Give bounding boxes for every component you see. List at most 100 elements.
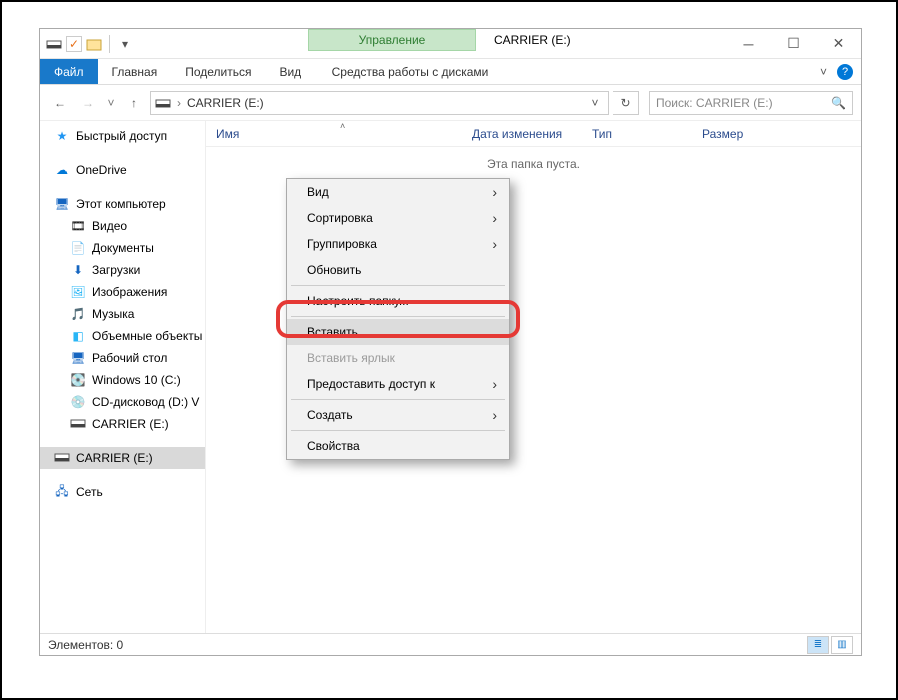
sidebar-downloads[interactable]: ⬇Загрузки: [40, 259, 205, 281]
address-row: ← → ˅ ↑ › CARRIER (E:) ˅ ↻ Поиск: CARRIE…: [40, 85, 861, 121]
label: CD-дисковод (D:) V: [92, 395, 199, 409]
search-placeholder: Поиск: CARRIER (E:): [656, 96, 773, 110]
up-button[interactable]: ↑: [122, 91, 146, 115]
pictures-icon: 🖼: [70, 284, 86, 300]
contextual-tab-manage[interactable]: Управление: [308, 29, 476, 51]
pc-icon: 🖥: [54, 196, 70, 212]
sidebar-c-drive[interactable]: 💽Windows 10 (C:): [40, 369, 205, 391]
sidebar-network[interactable]: 🖧 Сеть: [40, 481, 205, 503]
ctx-give-access[interactable]: Предоставить доступ к: [287, 371, 509, 397]
sidebar-quick-access[interactable]: ★Быстрый доступ: [40, 125, 205, 147]
label: Видео: [92, 219, 127, 233]
qat-dropdown-icon[interactable]: ▾: [117, 36, 133, 52]
drive-icon: [54, 450, 70, 466]
label: Музыка: [92, 307, 134, 321]
view-switcher: ≣ ▥: [807, 636, 853, 654]
label: Рабочий стол: [92, 351, 167, 365]
ctx-paste-shortcut: Вставить ярлык: [287, 345, 509, 371]
thumbnails-view-button[interactable]: ▥: [831, 636, 853, 654]
ctx-group[interactable]: Группировка: [287, 231, 509, 257]
quick-access-toolbar: ✓ ▾: [40, 29, 139, 58]
ctx-sort[interactable]: Сортировка: [287, 205, 509, 231]
ctx-view[interactable]: Вид: [287, 179, 509, 205]
recent-dropdown[interactable]: ˅: [104, 91, 118, 115]
address-bar[interactable]: › CARRIER (E:) ˅: [150, 91, 609, 115]
label: Предоставить доступ к: [307, 377, 435, 391]
ctx-properties[interactable]: Свойства: [287, 433, 509, 459]
drive-icon: 💽: [70, 372, 86, 388]
help-icon[interactable]: ?: [837, 64, 853, 80]
label: Создать: [307, 408, 353, 422]
forward-button[interactable]: →: [76, 91, 100, 115]
details-view-button[interactable]: ≣: [807, 636, 829, 654]
item-count: Элементов: 0: [48, 638, 123, 652]
cloud-icon: ☁: [54, 162, 70, 178]
separator: [291, 430, 505, 431]
label: Сеть: [76, 485, 103, 499]
tab-share[interactable]: Поделиться: [171, 59, 265, 84]
video-icon: 🎞: [70, 218, 86, 234]
sidebar-music[interactable]: 🎵Музыка: [40, 303, 205, 325]
sidebar-e-drive-root[interactable]: CARRIER (E:): [40, 447, 205, 469]
col-size[interactable]: Размер: [692, 127, 772, 141]
drive-icon: [155, 95, 171, 111]
sidebar-this-pc[interactable]: 🖥 Этот компьютер: [40, 193, 205, 215]
checkbox-icon[interactable]: ✓: [66, 36, 82, 52]
context-menu: Вид Сортировка Группировка Обновить Наст…: [286, 178, 510, 460]
separator: [291, 399, 505, 400]
network-icon: 🖧: [54, 484, 70, 500]
empty-folder-message: Эта папка пуста.: [206, 157, 861, 171]
titlebar: ✓ ▾ Управление CARRIER (E:) ─ ☐ ✕: [40, 29, 861, 59]
label: Группировка: [307, 237, 377, 251]
separator: [291, 285, 505, 286]
refresh-button[interactable]: ↻: [613, 91, 639, 115]
sidebar-pictures[interactable]: 🖼Изображения: [40, 281, 205, 303]
tab-file[interactable]: Файл: [40, 59, 98, 84]
window-title: CARRIER (E:): [494, 33, 571, 47]
search-icon: 🔍: [831, 96, 846, 110]
label: CARRIER (E:): [76, 451, 153, 465]
col-type[interactable]: Тип: [582, 127, 692, 141]
breadcrumb-sep[interactable]: ›: [177, 96, 181, 110]
label: CARRIER (E:): [92, 417, 169, 431]
breadcrumb[interactable]: CARRIER (E:): [187, 96, 264, 110]
sidebar-videos[interactable]: 🎞 Видео: [40, 215, 205, 237]
ribbon-collapse-icon[interactable]: ˅: [820, 65, 827, 79]
sidebar-d-drive[interactable]: 💿CD-дисковод (D:) V: [40, 391, 205, 413]
label: Свойства: [307, 439, 360, 453]
separator: [109, 35, 110, 53]
label: Вставить: [307, 325, 358, 339]
close-button[interactable]: ✕: [816, 29, 861, 58]
back-button[interactable]: ←: [48, 91, 72, 115]
ctx-paste[interactable]: Вставить: [287, 319, 509, 345]
tab-home[interactable]: Главная: [98, 59, 172, 84]
sidebar-3d-objects[interactable]: ◧Объемные объекты: [40, 325, 205, 347]
ribbon-tabs: Файл Главная Поделиться Вид Средства раб…: [40, 59, 861, 85]
navigation-pane[interactable]: ★Быстрый доступ ☁OneDrive 🖥 Этот компьюте…: [40, 121, 206, 633]
sort-indicator-icon: ˄: [330, 121, 355, 131]
sidebar-e-drive[interactable]: CARRIER (E:): [40, 413, 205, 435]
drive-icon: [46, 36, 62, 52]
address-dropdown-icon[interactable]: ˅: [586, 96, 604, 110]
label: Сортировка: [307, 211, 373, 225]
document-icon: 📄: [70, 240, 86, 256]
maximize-button[interactable]: ☐: [771, 29, 816, 58]
search-input[interactable]: Поиск: CARRIER (E:) 🔍: [649, 91, 853, 115]
sidebar-desktop[interactable]: 🖥Рабочий стол: [40, 347, 205, 369]
separator: [291, 316, 505, 317]
label: Объемные объекты: [92, 329, 202, 343]
tab-disk-tools[interactable]: Средства работы с дисками: [308, 59, 512, 85]
label: Вставить ярлык: [307, 351, 395, 365]
minimize-button[interactable]: ─: [726, 29, 771, 58]
ctx-refresh[interactable]: Обновить: [287, 257, 509, 283]
label: Этот компьютер: [76, 197, 166, 211]
label: Обновить: [307, 263, 361, 277]
label: Загрузки: [92, 263, 140, 277]
ctx-new[interactable]: Создать: [287, 402, 509, 428]
label: Быстрый доступ: [76, 129, 167, 143]
sidebar-documents[interactable]: 📄Документы: [40, 237, 205, 259]
folder-icon[interactable]: [86, 36, 102, 52]
sidebar-onedrive[interactable]: ☁OneDrive: [40, 159, 205, 181]
col-date[interactable]: Дата изменения: [462, 127, 582, 141]
ctx-customize-folder[interactable]: Настроить папку...: [287, 288, 509, 314]
